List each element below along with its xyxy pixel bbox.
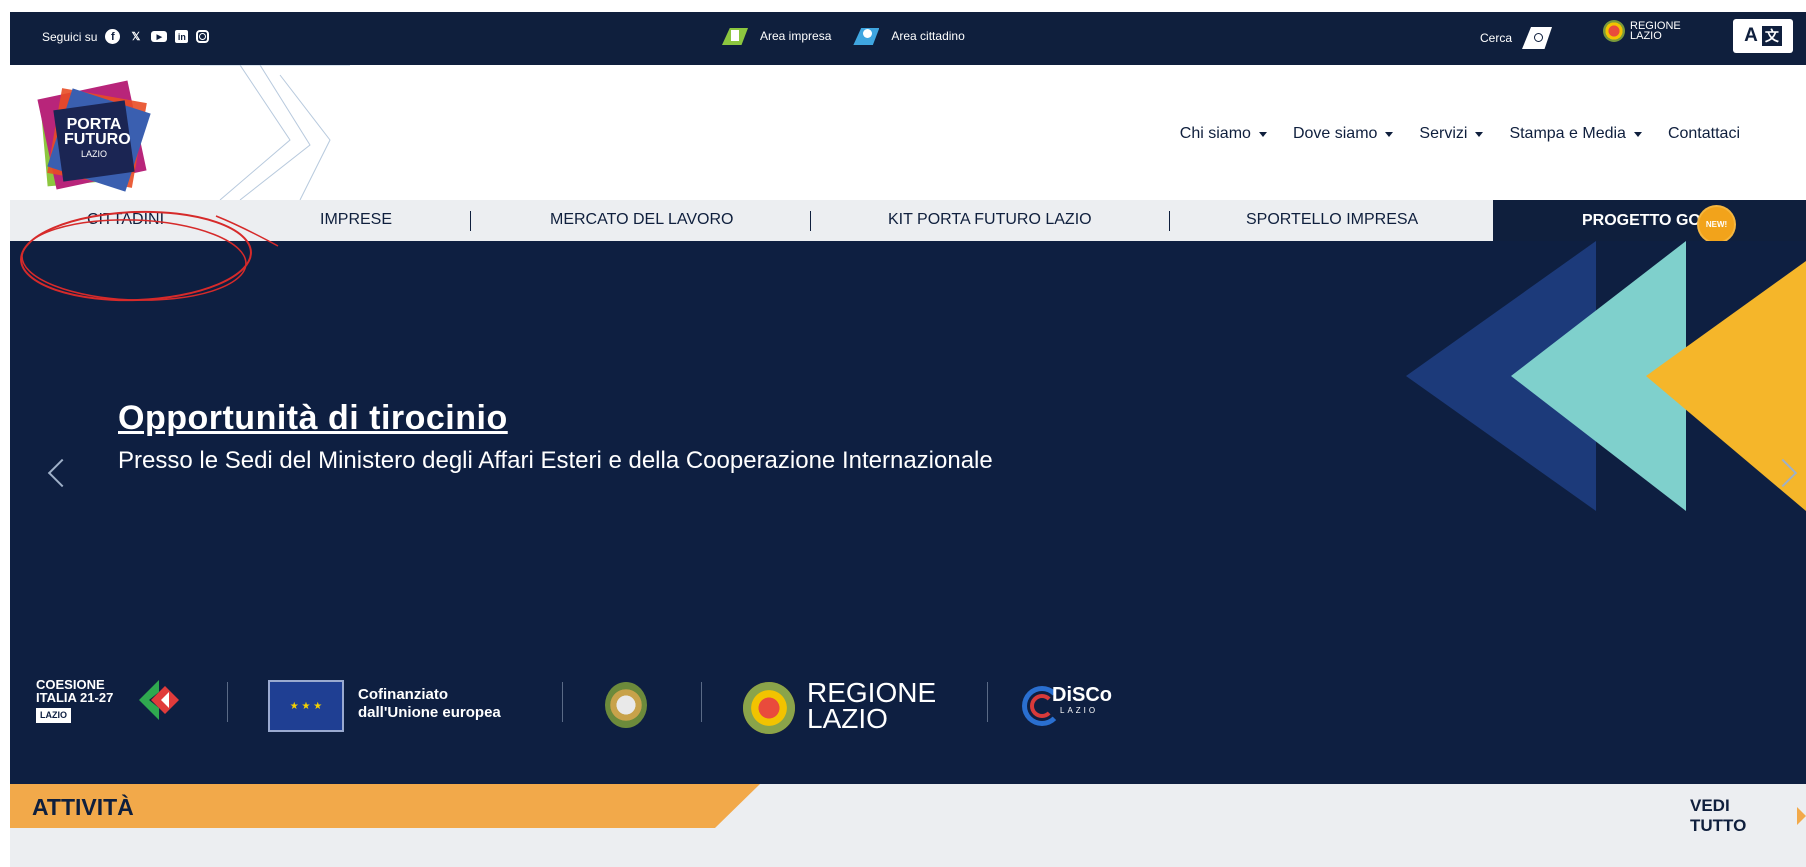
area-impresa-label: Area impresa [760,29,832,43]
nav-label: Servizi [1419,125,1468,142]
subnav-separator [810,211,811,231]
activity-section: ATTIVITÀ VEDI TUTTO [10,784,1806,867]
header: PORTA FUTURO LAZIO Chi siamo Dove siamo … [10,65,1806,200]
arrow-right-icon [1797,807,1806,825]
subnav-imprese[interactable]: IMPRESE [320,211,392,229]
follow-label: Seguici su [42,29,98,44]
logo-text: PORTA FUTURO [64,117,131,148]
linkedin-icon[interactable]: in [175,30,189,43]
eu-flag-icon: ★ ★ ★ [268,680,344,732]
regione-top-text: REGIONE LAZIO [1630,21,1681,42]
prev-slide-arrow[interactable] [47,458,77,488]
decorative-triangles [1406,241,1806,511]
logo-line2: FUTURO [64,131,131,148]
building-icon [722,26,750,46]
subnav-sportello[interactable]: SPORTELLO IMPRESA [1246,211,1418,229]
logo-separator [227,682,228,722]
youtube-icon[interactable]: ▶ [151,31,168,42]
regione-seal-icon [1603,20,1625,42]
subnav-separator [470,211,471,231]
nav-dove-siamo[interactable]: Dove siamo [1292,125,1394,143]
translate-button[interactable]: A 文 [1733,19,1793,53]
disco-name: DiSCo [1052,684,1112,706]
social-links: Seguici su f 𝕏 ▶ in [42,29,210,44]
decorative-lines [200,65,350,200]
coesione-line2: ITALIA 21-27 [36,690,114,705]
hero-title-link[interactable]: Opportunità di tirocinio [118,399,508,438]
person-icon [853,26,881,46]
caret-down-icon [1633,131,1642,137]
nav-servizi[interactable]: Servizi [1419,125,1484,143]
nav-label: Chi siamo [1179,125,1251,142]
caret-down-icon [1385,131,1394,137]
nav-label: Stampa e Media [1509,125,1626,142]
coesione-italia-logo: COESIONE ITALIA 21-27 LAZIO [36,678,113,723]
activity-title: ATTIVITÀ [32,794,134,820]
subnav-separator [1169,211,1170,231]
search-button[interactable]: Cerca [1480,27,1553,49]
caret-down-icon [1475,131,1484,137]
partner-logos: COESIONE ITALIA 21-27 LAZIO ★ ★ ★ Cofina… [10,658,1806,738]
top-bar: Seguici su f 𝕏 ▶ in Area impresa Area ci [10,12,1806,65]
eu-line1: Cofinanziato [358,686,448,703]
eu-line2: dall'Unione europea [358,704,501,721]
regione-line2: LAZIO [807,703,888,734]
hero-subtitle: Presso le Sedi del Ministero degli Affar… [118,447,993,474]
area-links: Area impresa Area cittadino [722,26,965,46]
caret-down-icon [1258,131,1267,137]
nav-stampa-media[interactable]: Stampa e Media [1509,125,1642,143]
coesione-mark-icon [139,680,179,720]
x-icon[interactable]: 𝕏 [128,29,143,44]
translate-icon: 文 [1761,26,1782,46]
porta-futuro-logo[interactable]: PORTA FUTURO LAZIO [37,80,151,195]
progetto-gol-tab[interactable]: PROGETTO GOL [1493,200,1806,241]
eu-cofinanced-text: Cofinanziato dall'Unione europea [358,686,501,722]
subnav-mercato[interactable]: MERCATO DEL LAVORO [550,211,733,229]
translate-letter: A [1744,25,1758,46]
nav-label: Dove siamo [1292,125,1378,142]
instagram-icon[interactable] [196,30,210,43]
search-icon [1522,27,1553,49]
nav-chi-siamo[interactable]: Chi siamo [1180,125,1267,143]
page: Seguici su f 𝕏 ▶ in Area impresa Area ci [10,12,1806,867]
hero-carousel: Opportunità di tirocinio Presso le Sedi … [10,241,1806,784]
facebook-icon[interactable]: f [105,29,121,44]
main-nav: Chi siamo Dove siamo Servizi Stampa e Me… [1180,125,1740,143]
new-badge: NEW! [1699,207,1734,242]
nav-label: Contattaci [1667,125,1740,142]
logo-line3: LAZIO [80,149,107,159]
disco-sub: LAZIO [1060,706,1099,715]
see-all-link[interactable]: VEDI TUTTO [1690,796,1806,836]
logo-separator [562,682,563,722]
regione-lazio-text: REGIONE LAZIO [807,679,936,734]
regione-top-line2: LAZIO [1630,30,1662,42]
progetto-gol-label: PROGETTO GOL [1582,212,1711,229]
subnav-kit[interactable]: KIT PORTA FUTURO LAZIO [888,211,1092,229]
regione-lazio-emblem-icon [743,682,795,734]
see-all-label: VEDI TUTTO [1690,796,1747,835]
nav-contattaci[interactable]: Contattaci [1668,125,1740,143]
italian-republic-emblem-icon [605,682,647,728]
area-cittadino-label: Area cittadino [891,29,965,43]
regione-lazio-link[interactable]: REGIONE LAZIO [1603,20,1681,42]
area-impresa-link[interactable]: Area impresa [722,26,831,46]
search-label: Cerca [1480,31,1513,45]
disco-logo: DiSCo LAZIO [1022,682,1122,734]
area-cittadino-link[interactable]: Area cittadino [853,26,965,46]
logo-separator [987,682,988,722]
subnav-cittadini[interactable]: CITTADINI [87,211,164,229]
logo-separator [701,682,702,722]
coesione-tag: LAZIO [36,708,71,723]
